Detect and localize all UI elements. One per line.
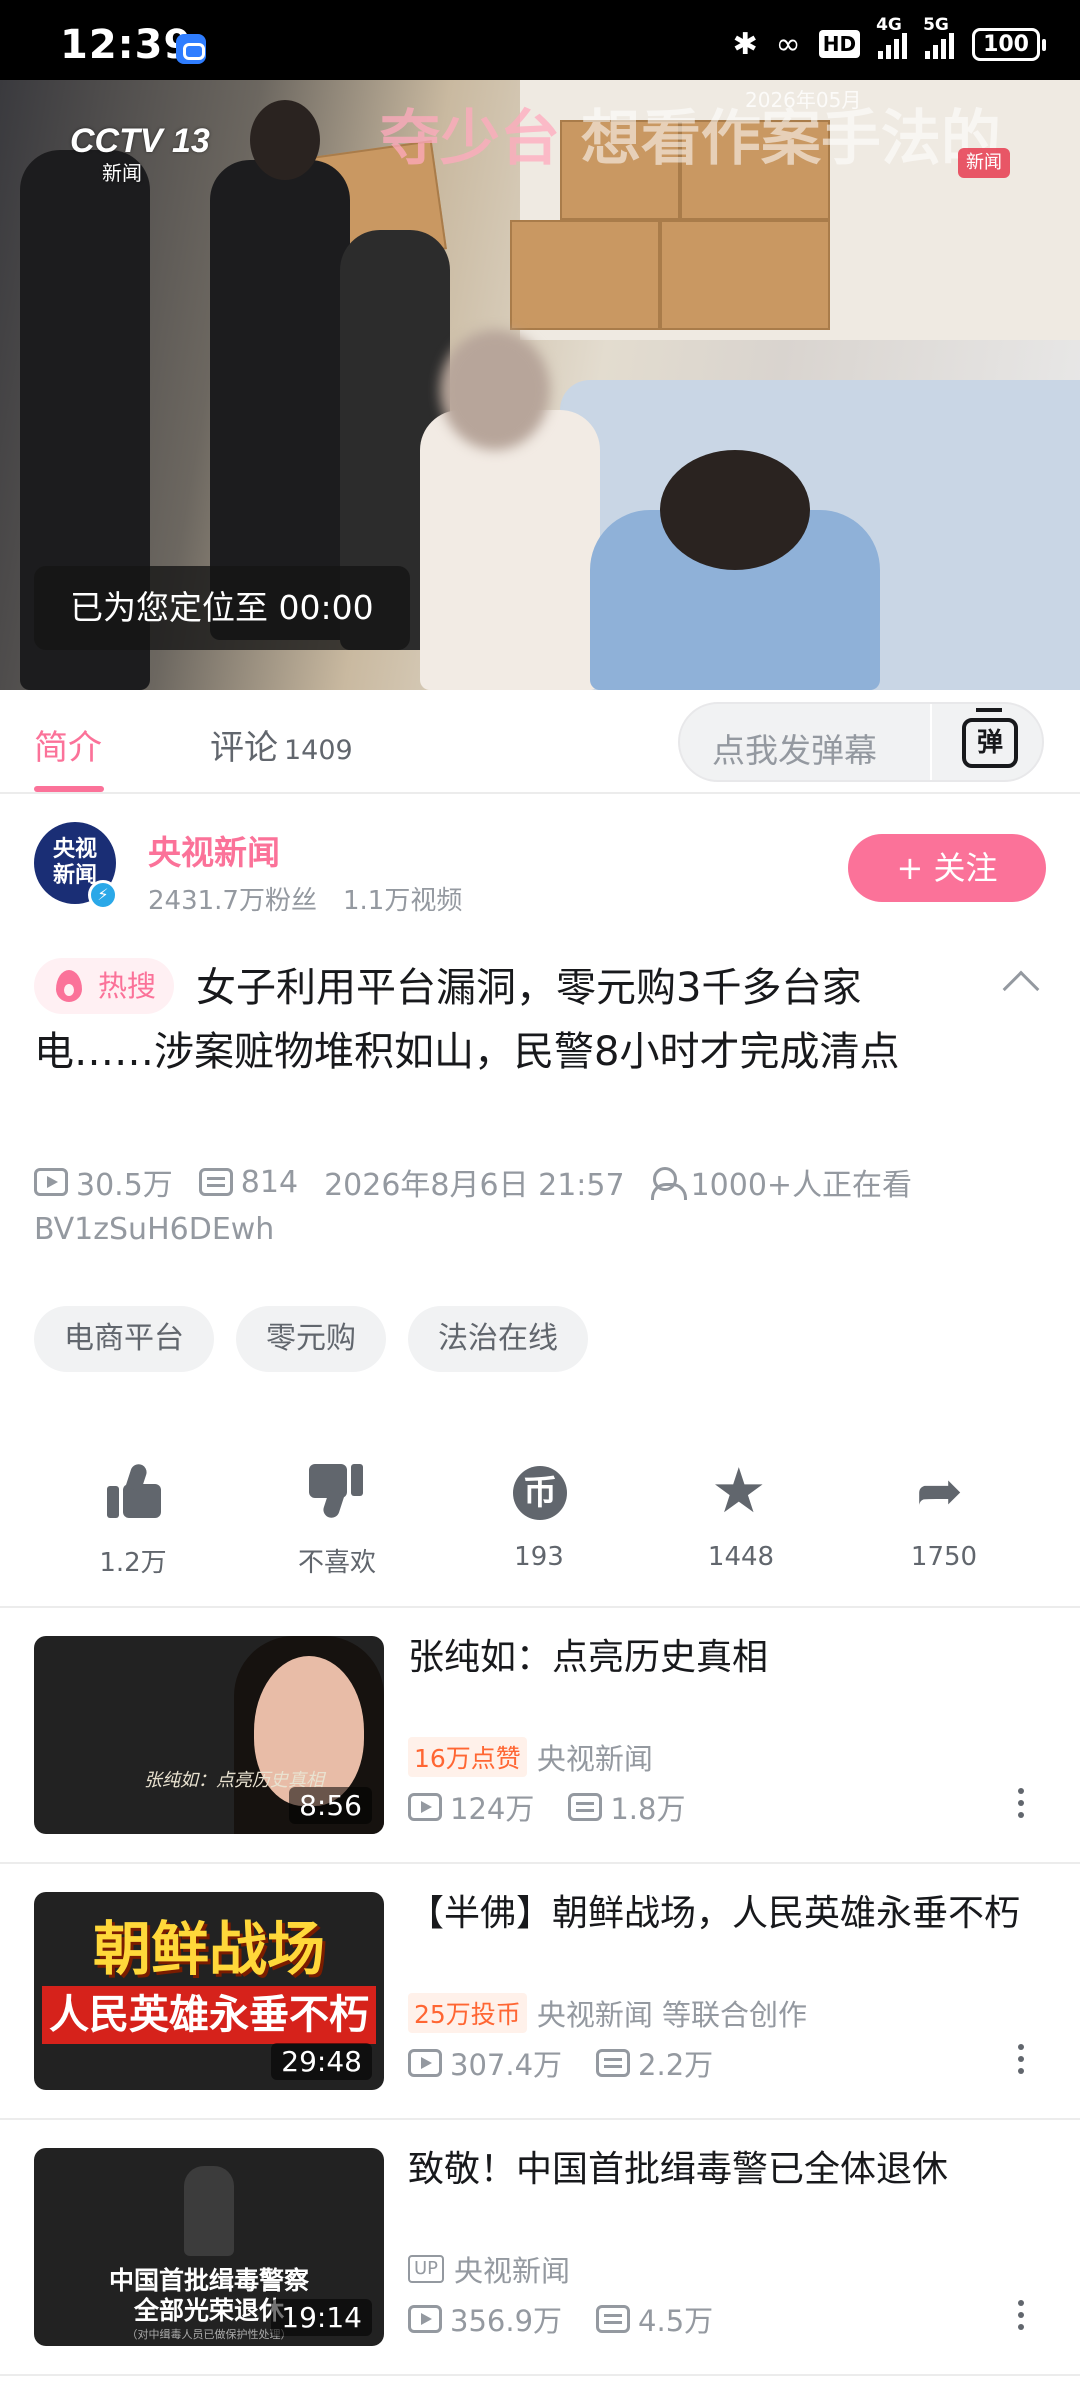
signal-5g-label: 5G [923,15,949,35]
video-title: 女子利用平台漏洞，零元购3千多台家电……涉案赃物堆积如山，民警8小时才完成清点 [34,965,900,1075]
status-bar: 12:39 ✱ ∞ HD 4G 5G 100 [0,0,1080,80]
play-count-icon [408,2049,442,2077]
favorite-count: 1448 [707,1542,775,1572]
danmu-toggle-icon[interactable]: 弹 [962,708,1018,768]
danmaku-count: 814 [240,1164,299,1200]
tag-item[interactable]: 电商平台 [34,1306,214,1372]
detail-tabs: 简介 评论 1409 点我发弹幕 弹 [0,690,1080,794]
collapse-chevron-icon[interactable] [1002,970,1040,1008]
tab-comments[interactable]: 评论 1409 [210,720,353,769]
tab-active-indicator [34,786,104,792]
publish-date: 2026年8月6日 21:57 [324,1168,625,1203]
status-icons: ✱ ∞ HD 4G 5G 100 [732,15,1046,64]
share-button[interactable]: ➦ 1750 [864,1459,1024,1573]
hot-search-badge[interactable]: 热搜 [34,958,175,1014]
coin-button[interactable]: 币 193 [459,1460,619,1572]
uploader-stats: 2431.7万粉丝 1.1万视频 [148,880,462,917]
danmu-input[interactable]: 点我发弹幕 弹 [678,702,1044,782]
related-video-uploader: 央视新闻 等联合创作 [536,1998,808,2032]
thumbs-down-icon [305,1460,369,1524]
favorite-button[interactable]: ★ 1448 [661,1454,821,1573]
status-time: 12:39 [60,22,193,68]
play-count-icon [408,1793,442,1821]
link-icon: ∞ [775,26,801,62]
signal-4g-icon: 4G [876,15,908,59]
video-player[interactable]: CCTV 13 新闻 夺少台 想看作案手法的 2026年05月 新闻 已为您定位… [0,80,1080,690]
tag-item[interactable]: 零元购 [236,1306,386,1372]
share-icon: ➦ [916,1459,963,1524]
star-icon: ★ [711,1454,767,1527]
share-count: 1750 [910,1542,978,1572]
bvid: BV1zSuH6DEwh [34,1212,275,1247]
thumbnail-text: 朝鲜战场 [92,1915,325,1983]
resume-position-toast: 已为您定位至 00:00 [34,566,410,650]
related-video-thumbnail[interactable]: 中国首批缉毒警察 全部光荣退休 （对中缉毒人员已做保护性处理） 19:14 [34,2148,384,2346]
action-bar: 1.2万 不喜欢 币 193 ★ 1448 ➦ 1750 [0,1460,1080,1590]
thumbnail-text: 人民英雄永垂不朽 [42,1986,376,2044]
video-duration: 29:48 [271,2043,372,2080]
like-badge: 16万点赞 [408,1737,527,1777]
play-count-icon [408,2305,442,2333]
more-options-icon[interactable] [1018,1788,1026,1824]
related-video-item[interactable]: 朝鲜战场 人民英雄永垂不朽 29:48 【半佛】朝鲜战场，人民英雄永垂不朽 25… [0,1864,1080,2120]
coin-count: 193 [514,1542,564,1572]
danmaku-count-icon [568,1793,603,1821]
battery-icon: 100 [972,27,1046,61]
uploader-video-count: 1.1万视频 [342,886,463,916]
related-video-item[interactable]: 张纯如：点亮历史真相 8:56 张纯如：点亮历史真相 16万点赞 央视新闻 12… [0,1608,1080,1864]
video-news-badge: 新闻 [958,148,1010,178]
app-notification-icon [176,34,206,64]
video-duration: 19:14 [271,2299,372,2336]
video-timestamp: 2026年05月 [745,88,862,112]
more-options-icon[interactable] [1018,2044,1026,2080]
video-meta: 30.5万 814 2026年8月6日 21:57 1000+人正在看 [34,1160,938,1204]
danmaku-count-icon [198,1168,233,1196]
signal-5g-icon: 5G [923,15,955,59]
tab-comments-label: 评论 [210,728,278,768]
related-video-title: 张纯如：点亮历史真相 [408,1637,769,1678]
verified-icon: ⚡ [88,880,118,910]
coin-icon: 币 [507,1460,571,1524]
related-video-uploader: 央视新闻 [454,2254,571,2288]
related-video-title: 致敬！中国首批缉毒警已全体退休 [408,2149,949,2190]
tab-intro[interactable]: 简介 [34,720,102,769]
comments-count: 1409 [284,735,353,766]
uploader-name[interactable]: 央视新闻 [148,826,280,874]
hd-icon: HD [818,30,861,58]
watching-icon [650,1167,687,1200]
like-button[interactable]: 1.2万 [53,1460,213,1579]
watching-count: 1000+人正在看 [690,1168,913,1203]
tag-item[interactable]: 法治在线 [408,1306,588,1372]
video-subtitle-overlay: 夺少台 想看作案手法的 [380,104,1001,174]
related-video-item[interactable]: 中国首批缉毒警察 全部光荣退休 （对中缉毒人员已做保护性处理） 19:14 致敬… [0,2120,1080,2376]
tag-list: 电商平台 零元购 法治在线 [34,1306,588,1372]
follow-button[interactable]: + 关注 [848,834,1046,902]
danmu-placeholder: 点我发弹幕 [712,731,877,770]
video-duration: 8:56 [289,1787,372,1824]
coin-badge: 25万投币 [408,1993,527,2033]
thumbs-up-icon [101,1460,165,1524]
play-count-icon [34,1168,68,1196]
danmaku-count-icon [596,2049,631,2077]
cctv-logo: CCTV 13 新闻 [70,122,210,185]
view-count: 30.5万 [76,1168,173,1203]
bluetooth-icon: ✱ [732,26,758,62]
flame-icon [56,970,82,1002]
danmaku-count-icon [596,2305,631,2333]
more-options-icon[interactable] [1018,2300,1026,2336]
uploader-followers: 2431.7万粉丝 [148,886,317,916]
related-video-thumbnail[interactable]: 张纯如：点亮历史真相 8:56 [34,1636,384,1834]
signal-4g-label: 4G [876,15,902,35]
up-icon: UP [408,2255,445,2283]
dislike-button[interactable]: 不喜欢 [257,1460,417,1579]
related-video-thumbnail[interactable]: 朝鲜战场 人民英雄永垂不朽 29:48 [34,1892,384,2090]
related-video-title: 【半佛】朝鲜战场，人民英雄永垂不朽 [408,1893,1021,1934]
like-count: 1.2万 [99,1548,167,1578]
dislike-label: 不喜欢 [297,1548,376,1578]
related-video-uploader: 央视新闻 [536,1742,653,1776]
